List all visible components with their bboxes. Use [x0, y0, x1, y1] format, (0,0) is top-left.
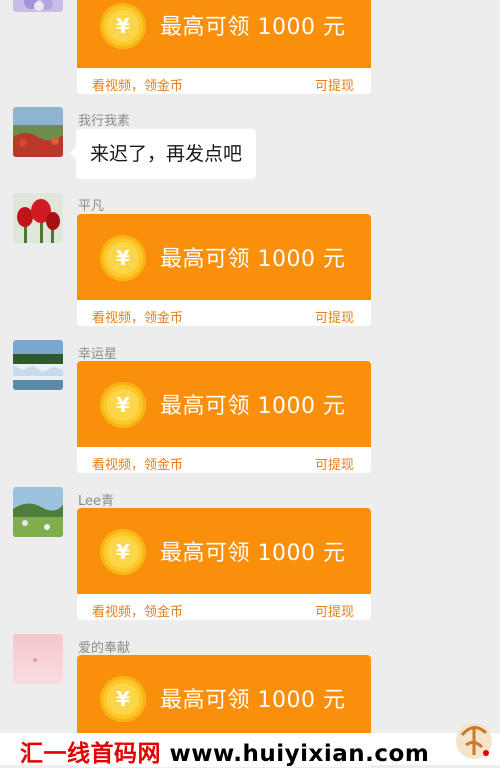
watermark-banner: 汇一线首码网 www.huiyixian.com [0, 723, 500, 768]
avatar[interactable] [13, 107, 63, 157]
card-footer-right: 可提现 [314, 311, 354, 326]
card-footer-left: 看视频，领金币 [92, 458, 184, 473]
lavender-flowers-avatar-icon [13, 0, 63, 12]
waterfall-avatar-icon [13, 340, 63, 390]
avatar[interactable] [13, 634, 63, 684]
yuan-coin-icon: ¥ [100, 676, 146, 722]
card-header: ¥ 最高可领 1000 元 [77, 0, 371, 68]
card-header: ¥ 最高可领 1000 元 [77, 214, 371, 300]
card-title: 最高可领 1000 元 [160, 688, 346, 713]
yuan-coin-icon: ¥ [100, 3, 146, 49]
red-flowers-landscape-avatar-icon [13, 107, 63, 157]
avatar[interactable] [13, 340, 63, 390]
card-header: ¥ 最高可领 1000 元 [77, 508, 371, 594]
card-title: 最高可领 1000 元 [160, 15, 346, 40]
yuan-coin-icon: ¥ [100, 382, 146, 428]
watermark-site-name: 汇一线首码网 [20, 741, 161, 767]
yuan-coin-icon: ¥ [100, 235, 146, 281]
sender-name: 爱的奉献 [78, 641, 131, 656]
avatar[interactable] [13, 193, 63, 243]
reward-card[interactable]: ¥ 最高可领 1000 元 看视频，领金币 可提现 [77, 214, 371, 326]
card-footer-left: 看视频，领金币 [92, 79, 184, 94]
sender-name: Lee青 [78, 494, 115, 509]
card-footer-left: 看视频，领金币 [92, 605, 184, 620]
site-logo-icon [456, 723, 492, 759]
sender-name: 我行我素 [78, 114, 131, 129]
card-title: 最高可领 1000 元 [160, 247, 346, 272]
card-footer-right: 可提现 [314, 79, 354, 94]
watermark-text: 汇一线首码网 www.huiyixian.com [20, 734, 429, 768]
reward-card[interactable]: ¥ 最高可领 1000 元 看视频，领金币 可提现 [77, 508, 371, 620]
card-header: ¥ 最高可领 1000 元 [77, 655, 371, 741]
sender-name: 幸运星 [78, 347, 118, 362]
pink-gradient-avatar-icon [13, 634, 63, 684]
avatar[interactable] [13, 0, 63, 12]
card-title: 最高可领 1000 元 [160, 541, 346, 566]
card-title: 最高可领 1000 元 [160, 394, 346, 419]
red-tulips-avatar-icon [13, 193, 63, 243]
watermark-url: www.huiyixian.com [169, 741, 430, 767]
card-footer-left: 看视频，领金币 [92, 311, 184, 326]
yuan-coin-icon: ¥ [100, 529, 146, 575]
avatar[interactable] [13, 487, 63, 537]
text-message-bubble[interactable]: 来迟了，再发点吧 [69, 129, 257, 179]
card-footer-right: 可提现 [314, 605, 354, 620]
card-footer-right: 可提现 [314, 458, 354, 473]
card-header: ¥ 最高可领 1000 元 [77, 361, 371, 447]
green-meadow-avatar-icon [13, 487, 63, 537]
reward-card[interactable]: ¥ 最高可领 1000 元 看视频，领金币 可提现 [77, 0, 371, 94]
reward-card[interactable]: ¥ 最高可领 1000 元 看视频，领金币 可提现 [77, 361, 371, 473]
sender-name: 平凡 [78, 199, 105, 214]
